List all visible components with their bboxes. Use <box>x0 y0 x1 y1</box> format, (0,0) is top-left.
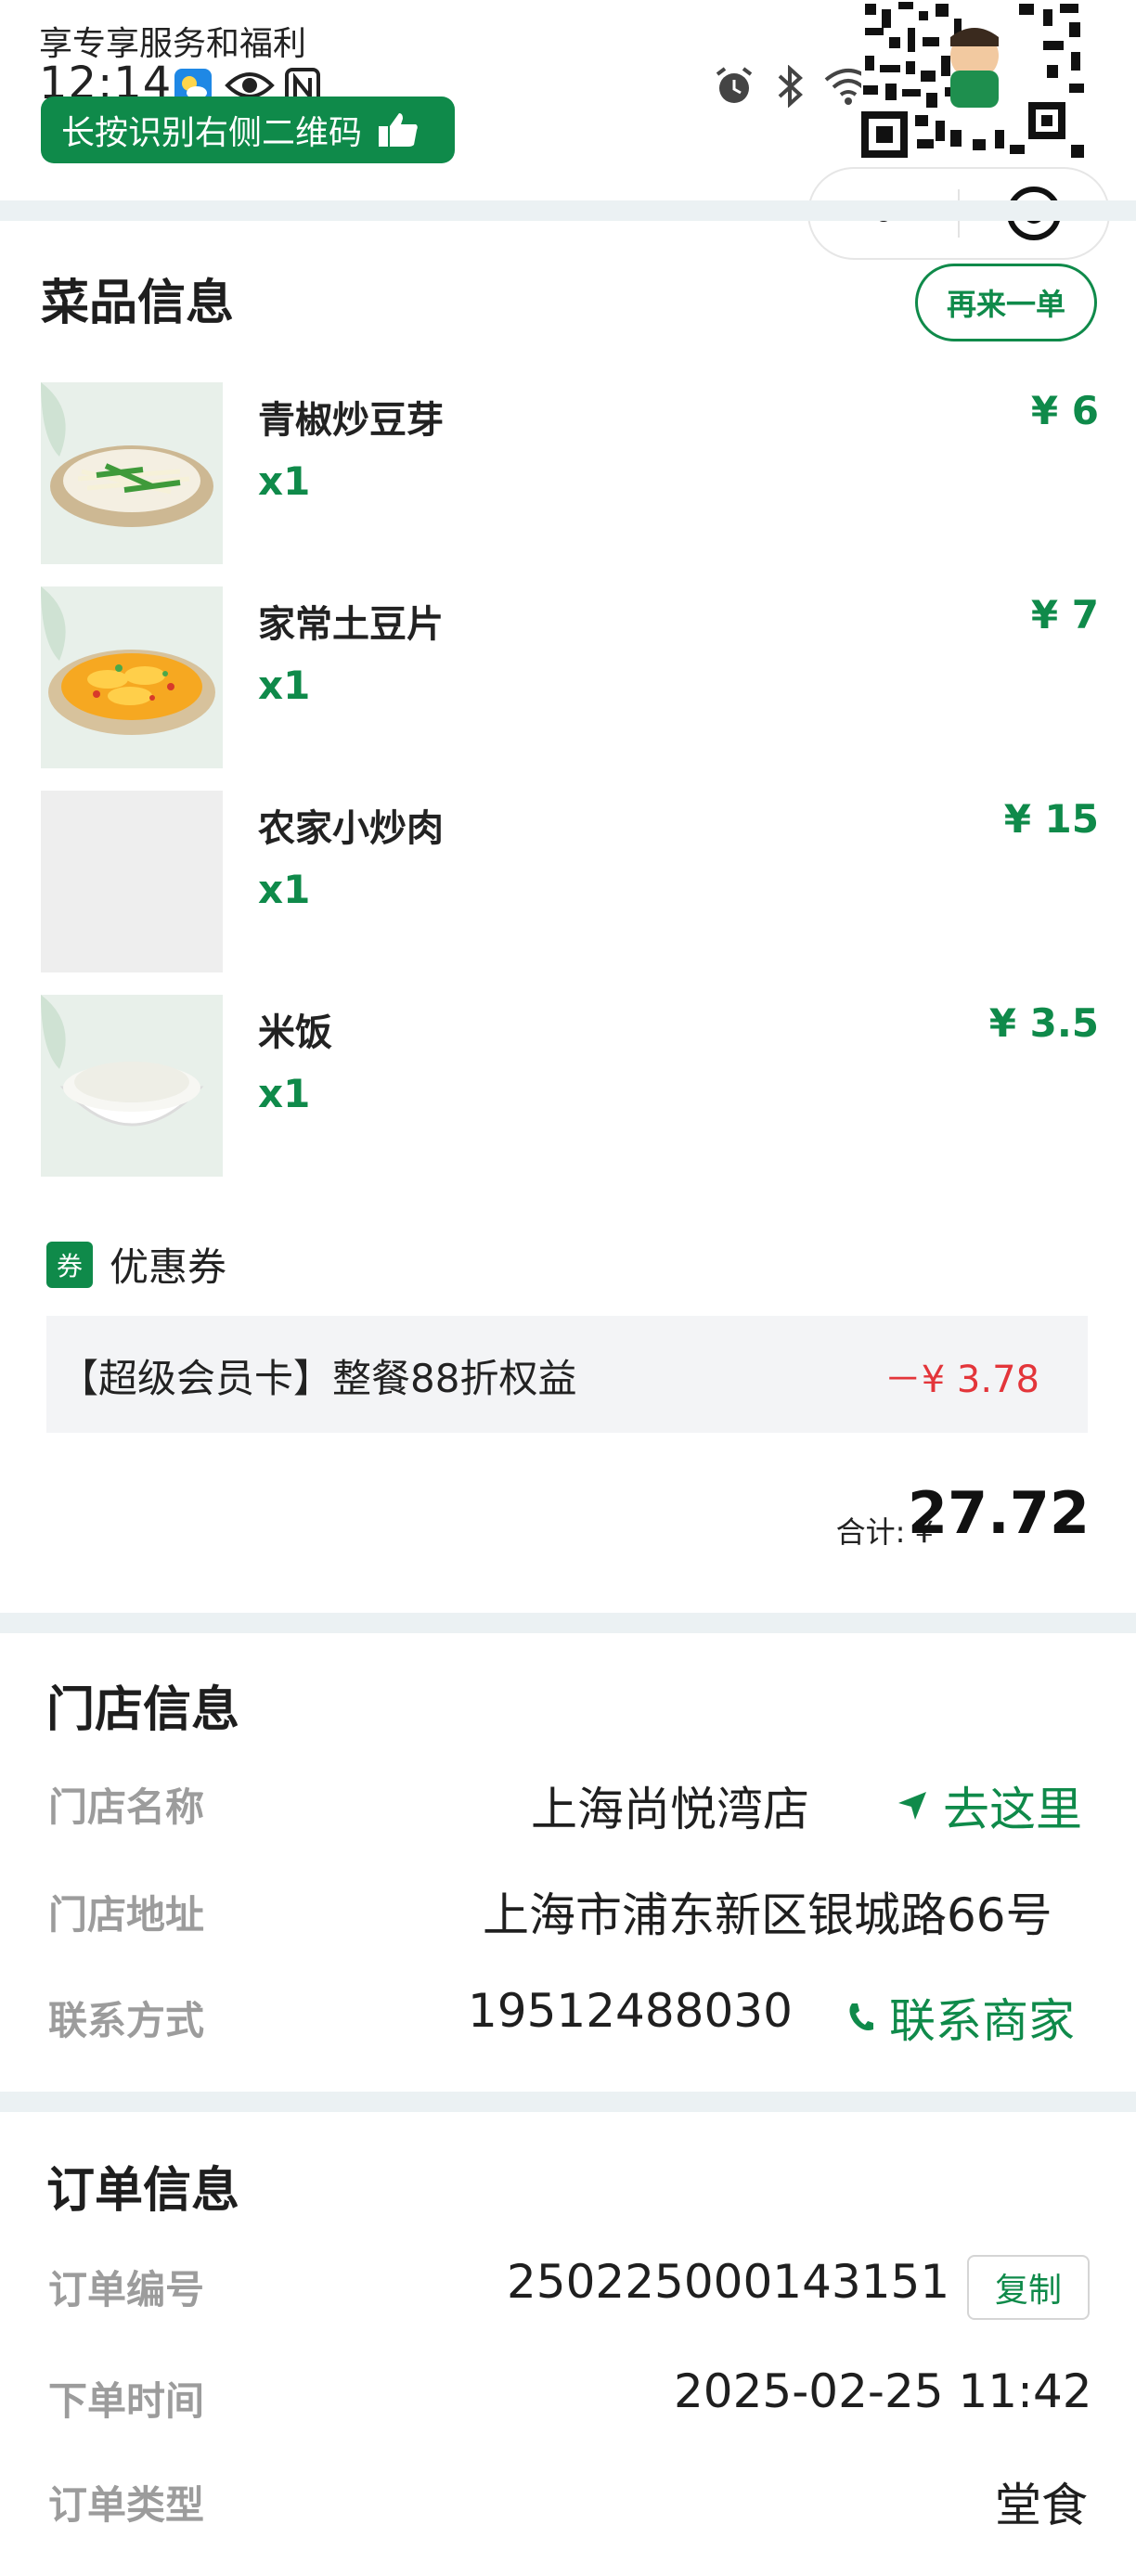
dish-qty: x1 <box>258 458 311 504</box>
bluetooth-icon <box>778 65 803 108</box>
dish-qty: x1 <box>258 663 311 708</box>
dish-name: 米饭 <box>258 1011 332 1054</box>
order-time-label: 下单时间 <box>48 2378 205 2424</box>
contact-label: 联系方式 <box>48 1998 205 2043</box>
dish-image <box>41 382 223 564</box>
dish-qty: x1 <box>258 1071 311 1116</box>
store-title: 门店信息 <box>46 1682 240 1738</box>
total-value: 27.72 <box>907 1479 1090 1547</box>
store-address-label: 门店地址 <box>48 1892 205 1938</box>
contact-phone: 19512488030 <box>468 1984 793 2038</box>
dish-price: ¥ 7 <box>1030 592 1099 638</box>
dish-image <box>41 995 223 1177</box>
store-name-label: 门店名称 <box>48 1784 205 1830</box>
dish-image-placeholder <box>41 791 223 972</box>
order-number-label: 订单编号 <box>48 2267 205 2312</box>
order-number-value: 250225000143151 <box>507 2255 950 2309</box>
coupon-name: 【超级会员卡】整餐88折权益 <box>59 1356 577 1401</box>
dish-qty: x1 <box>258 867 311 912</box>
section-divider <box>0 1613 1136 1633</box>
dish-price: ¥ 15 <box>1003 796 1099 842</box>
reorder-button[interactable]: 再来一单 <box>915 264 1097 341</box>
dishes-title: 菜品信息 <box>41 276 235 331</box>
order-title: 订单信息 <box>46 2163 240 2219</box>
navigate-link[interactable]: 去这里 <box>897 1772 1082 1839</box>
section-divider <box>0 200 1136 221</box>
system-status-icons <box>713 65 872 108</box>
order-time-value: 2025-02-25 11:42 <box>674 2364 1092 2418</box>
scan-qr-hint-label: 长按识别右侧二维码 <box>61 114 363 152</box>
dish-item[interactable]: 家常土豆片 x1 ¥ 7 <box>41 586 1099 768</box>
navigate-label: 去这里 <box>943 1783 1082 1836</box>
coupon-label: 优惠券 <box>110 1244 227 1290</box>
order-type-label: 订单类型 <box>48 2482 205 2528</box>
dish-price: ¥ 6 <box>1030 388 1099 433</box>
dish-item[interactable]: 青椒炒豆芽 x1 ¥ 6 <box>41 382 1099 564</box>
thumb-right-icon <box>379 113 418 147</box>
dish-price: ¥ 3.5 <box>988 1000 1099 1046</box>
qr-code <box>861 0 1088 163</box>
dish-image <box>41 586 223 768</box>
dish-name: 青椒炒豆芽 <box>258 399 444 442</box>
navigation-arrow-icon <box>898 1792 926 1820</box>
dish-item[interactable]: 农家小炒肉 x1 ¥ 15 <box>41 791 1099 972</box>
phone-icon <box>849 2003 873 2030</box>
dish-name: 家常土豆片 <box>258 603 444 646</box>
dish-name: 农家小炒肉 <box>258 807 444 850</box>
alarm-icon <box>716 67 753 103</box>
dish-item[interactable]: 米饭 x1 ¥ 3.5 <box>41 995 1099 1177</box>
contact-merchant-link[interactable]: 联系商家 <box>846 1984 1075 2051</box>
copy-order-button[interactable]: 复制 <box>967 2255 1090 2320</box>
coupon-tag: 券 <box>46 1242 93 1288</box>
order-type-value: 堂食 <box>995 2479 1088 2532</box>
scan-qr-hint: 长按识别右侧二维码 <box>41 97 455 163</box>
contact-merchant-label: 联系商家 <box>889 1994 1075 2048</box>
store-name-value: 上海尚悦湾店 <box>531 1783 809 1836</box>
section-divider <box>0 2092 1136 2112</box>
coupon-amount: －¥ 3.78 <box>884 1359 1039 1401</box>
store-address-value: 上海市浦东新区银城路66号 <box>483 1888 1052 1942</box>
